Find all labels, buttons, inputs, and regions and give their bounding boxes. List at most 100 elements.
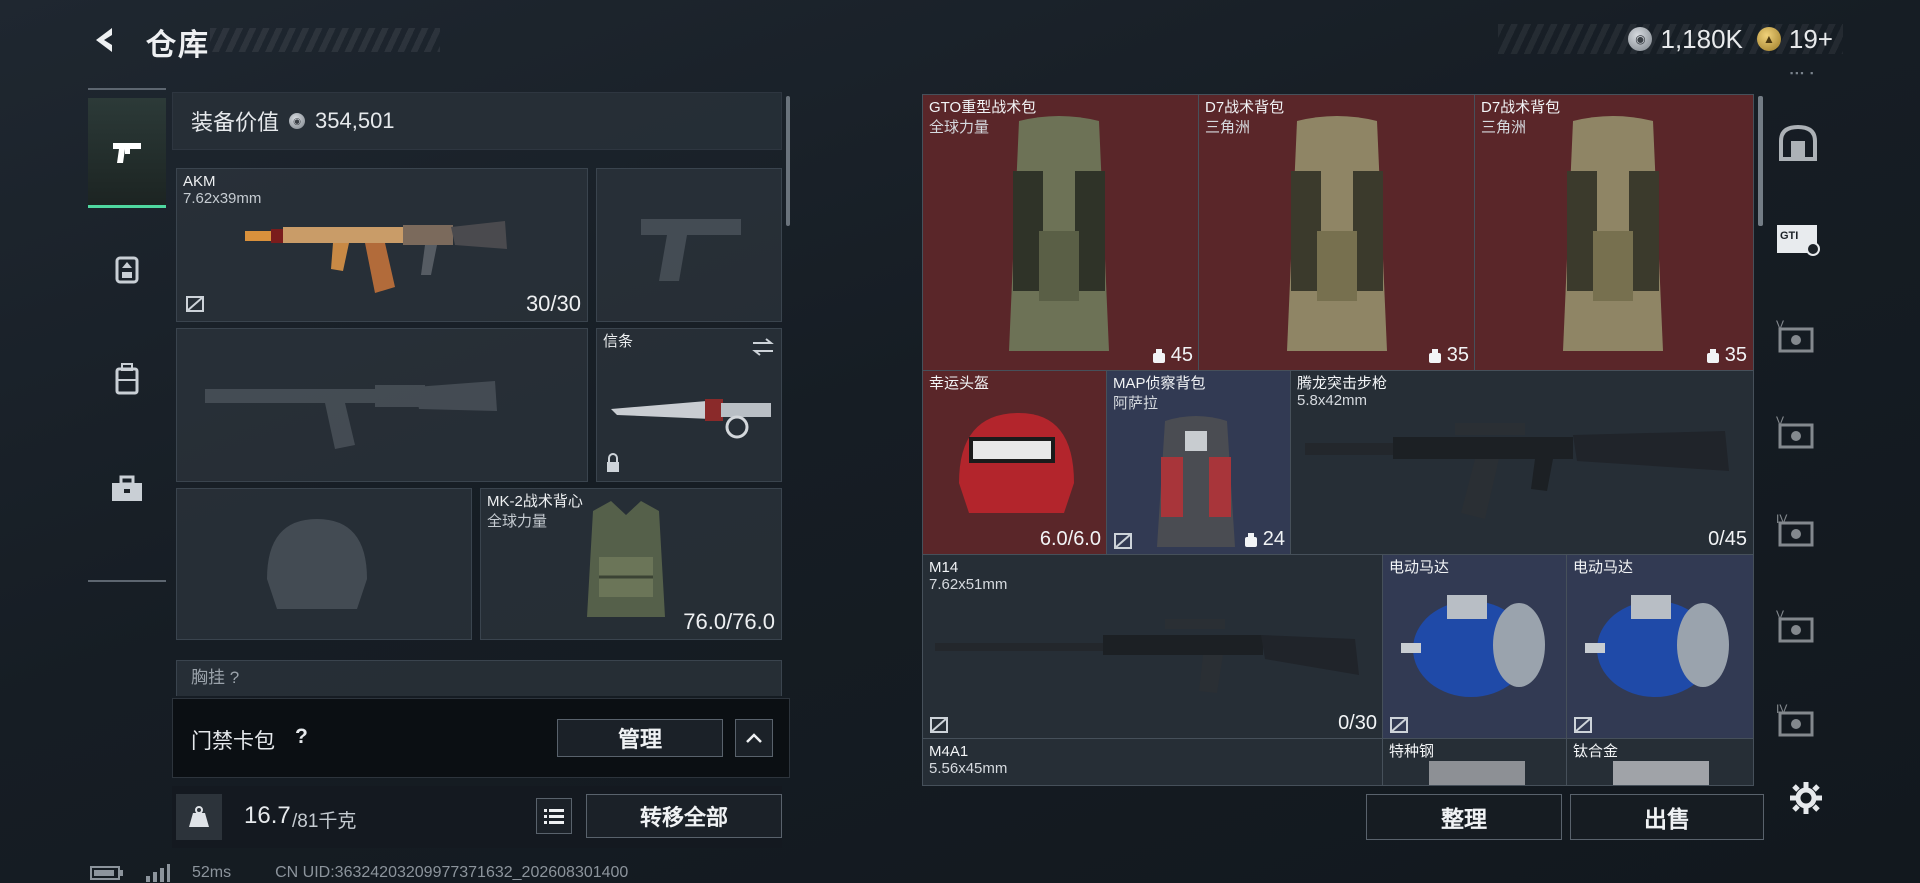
page-title: 仓库 (146, 29, 210, 62)
helmet-silhouette-icon (267, 519, 367, 609)
transfer-all-button[interactable]: 转移全部 (586, 794, 782, 838)
item-sub: 三角洲 (1205, 119, 1251, 136)
slot-chest-rig[interactable]: 胸挂 ? (176, 660, 782, 696)
organize-label: 整理 (1441, 806, 1487, 832)
no-insure-icon (1114, 533, 1132, 549)
no-insure-icon (186, 296, 204, 312)
storage-item[interactable]: 特种钢 (1382, 738, 1568, 786)
slot-helmet[interactable] (176, 488, 472, 640)
item-sub: 5.56x45mm (929, 760, 1008, 777)
capacity-icon (1152, 348, 1165, 363)
manage-label: 管理 (617, 727, 662, 752)
storage-item[interactable]: D7战术背包 三角洲 35 (1474, 94, 1754, 372)
storage-item[interactable]: M14 7.62x51mm 0/30 (922, 554, 1384, 740)
tier-iv-case-icon[interactable]: IV (1774, 506, 1822, 554)
no-insure-icon (1574, 717, 1592, 733)
item-name: M14 (929, 559, 959, 576)
rifle-silhouette-icon (205, 381, 497, 449)
tab-backpack[interactable] (88, 324, 166, 434)
storage-item[interactable]: 钛合金 (1566, 738, 1754, 786)
gold-currency[interactable]: ▲ 19+ (1756, 23, 1833, 55)
backpack-image (1287, 116, 1387, 351)
help-icon[interactable]: ? (295, 725, 308, 749)
no-insure-icon (930, 717, 948, 733)
sell-button[interactable]: 出售 (1570, 794, 1764, 840)
vault-icon[interactable] (1774, 118, 1822, 166)
grid-size-marks: ▪▪▪ ▪ (1790, 68, 1816, 78)
slot-melee[interactable]: 信条 (596, 328, 782, 482)
item-name: D7战术背包 (1205, 99, 1285, 116)
armor-faction: 全球力量 (487, 513, 548, 530)
capacity-icon (1706, 348, 1719, 363)
tier-v-case-icon[interactable]: V (1774, 602, 1822, 650)
storage-item[interactable]: M4A1 5.56x45mm (922, 738, 1384, 786)
currency-bar: ◉ 1,180K ▲ 19+ (1498, 24, 1843, 54)
loadout-scrollbar[interactable] (786, 96, 790, 226)
storage-item[interactable]: 腾龙突击步枪 5.8x42mm 0/45 (1290, 370, 1754, 556)
equipment-value-bar: 装备价值 ◉ 354,501 (172, 92, 782, 150)
organize-button[interactable]: 整理 (1366, 794, 1562, 840)
titanium-image (1613, 761, 1709, 785)
tab-weapons[interactable] (88, 98, 166, 208)
storage-item[interactable]: GTO重型战术包 全球力量 45 (922, 94, 1200, 372)
status-bar: 52ms CN UID:363242032099773716​32_202608… (90, 864, 628, 882)
item-name: 腾龙突击步枪 (1297, 375, 1388, 392)
storage-item[interactable]: D7战术背包 三角洲 35 (1198, 94, 1476, 372)
item-name: 电动马达 (1573, 559, 1634, 576)
gear-icon (1790, 782, 1822, 814)
storage-item[interactable]: 电动马达 (1566, 554, 1754, 740)
battery-icon (90, 866, 123, 880)
gti-case-icon[interactable]: GTI (1774, 214, 1822, 262)
helmet-image (959, 413, 1074, 513)
backpack-image (1563, 116, 1663, 351)
manage-button[interactable]: 管理 (557, 719, 723, 757)
slot-pistol[interactable] (596, 168, 782, 322)
container-tab-column: GTI V V IV V IV (1762, 94, 1834, 804)
silver-amount: 1,180K (1660, 23, 1743, 54)
sell-label: 出售 (1644, 806, 1690, 832)
pistol-silhouette-icon (641, 219, 741, 281)
slot-secondary-weapon[interactable] (176, 328, 588, 482)
settings-button[interactable] (1786, 778, 1826, 818)
melee-name: 信条 (603, 333, 634, 350)
backpack-image (1009, 116, 1109, 351)
durability-value: 6.0/6.0 (1039, 528, 1101, 550)
ping-text: 52ms (192, 864, 232, 881)
tier-iv-case-icon[interactable]: IV (1774, 696, 1822, 744)
no-insure-icon (1390, 717, 1408, 733)
weight-bar: 16.7 /81千克 转移全部 (172, 786, 782, 848)
weight-max: /81千克 (292, 811, 357, 832)
list-icon (544, 809, 564, 824)
kg-weight-icon (176, 794, 222, 840)
back-arrow-icon (96, 28, 112, 52)
keycard-pack-label: 门禁卡包 (191, 730, 275, 753)
item-sub: 全球力量 (929, 119, 990, 136)
swap-icon[interactable] (751, 337, 775, 357)
backpack-icon (115, 363, 139, 395)
back-button[interactable] (88, 22, 124, 58)
item-name: 特种钢 (1389, 743, 1435, 760)
gold-amount: 19+ (1788, 23, 1833, 54)
capacity-value: 24 (1262, 528, 1285, 550)
tab-armor[interactable] (88, 214, 166, 324)
list-view-button[interactable] (536, 798, 572, 834)
item-name: 钛合金 (1573, 743, 1619, 760)
item-capacity: 24 (1243, 528, 1285, 551)
silver-currency[interactable]: ◉ 1,180K (1628, 23, 1743, 55)
item-name: 电动马达 (1389, 559, 1450, 576)
item-name: M4A1 (929, 743, 969, 760)
tier-v-case-icon[interactable]: V (1774, 408, 1822, 456)
storage-item[interactable]: MAP侦察背包 阿萨拉 24 (1106, 370, 1292, 556)
tier-v-case-icon[interactable]: V (1774, 312, 1822, 360)
storage-item[interactable]: 幸运头盔 6.0/6.0 (922, 370, 1108, 556)
keycard-pack-bar: 门禁卡包 ? 管理 (172, 698, 790, 778)
storage-item[interactable]: 电动马达 (1382, 554, 1568, 740)
slot-primary-weapon[interactable]: AKM 7.62x39mm 30/30 (176, 168, 588, 322)
slot-armor[interactable]: MK-2战术背心 全球力量 76.0/76.0 (480, 488, 782, 640)
collapse-button[interactable] (735, 719, 773, 757)
toolbox-icon (112, 475, 142, 501)
item-sub: 三角洲 (1481, 119, 1527, 136)
electric-motor-image (1401, 595, 1545, 697)
knife-image (611, 399, 771, 439)
tab-toolbox[interactable] (88, 434, 166, 544)
